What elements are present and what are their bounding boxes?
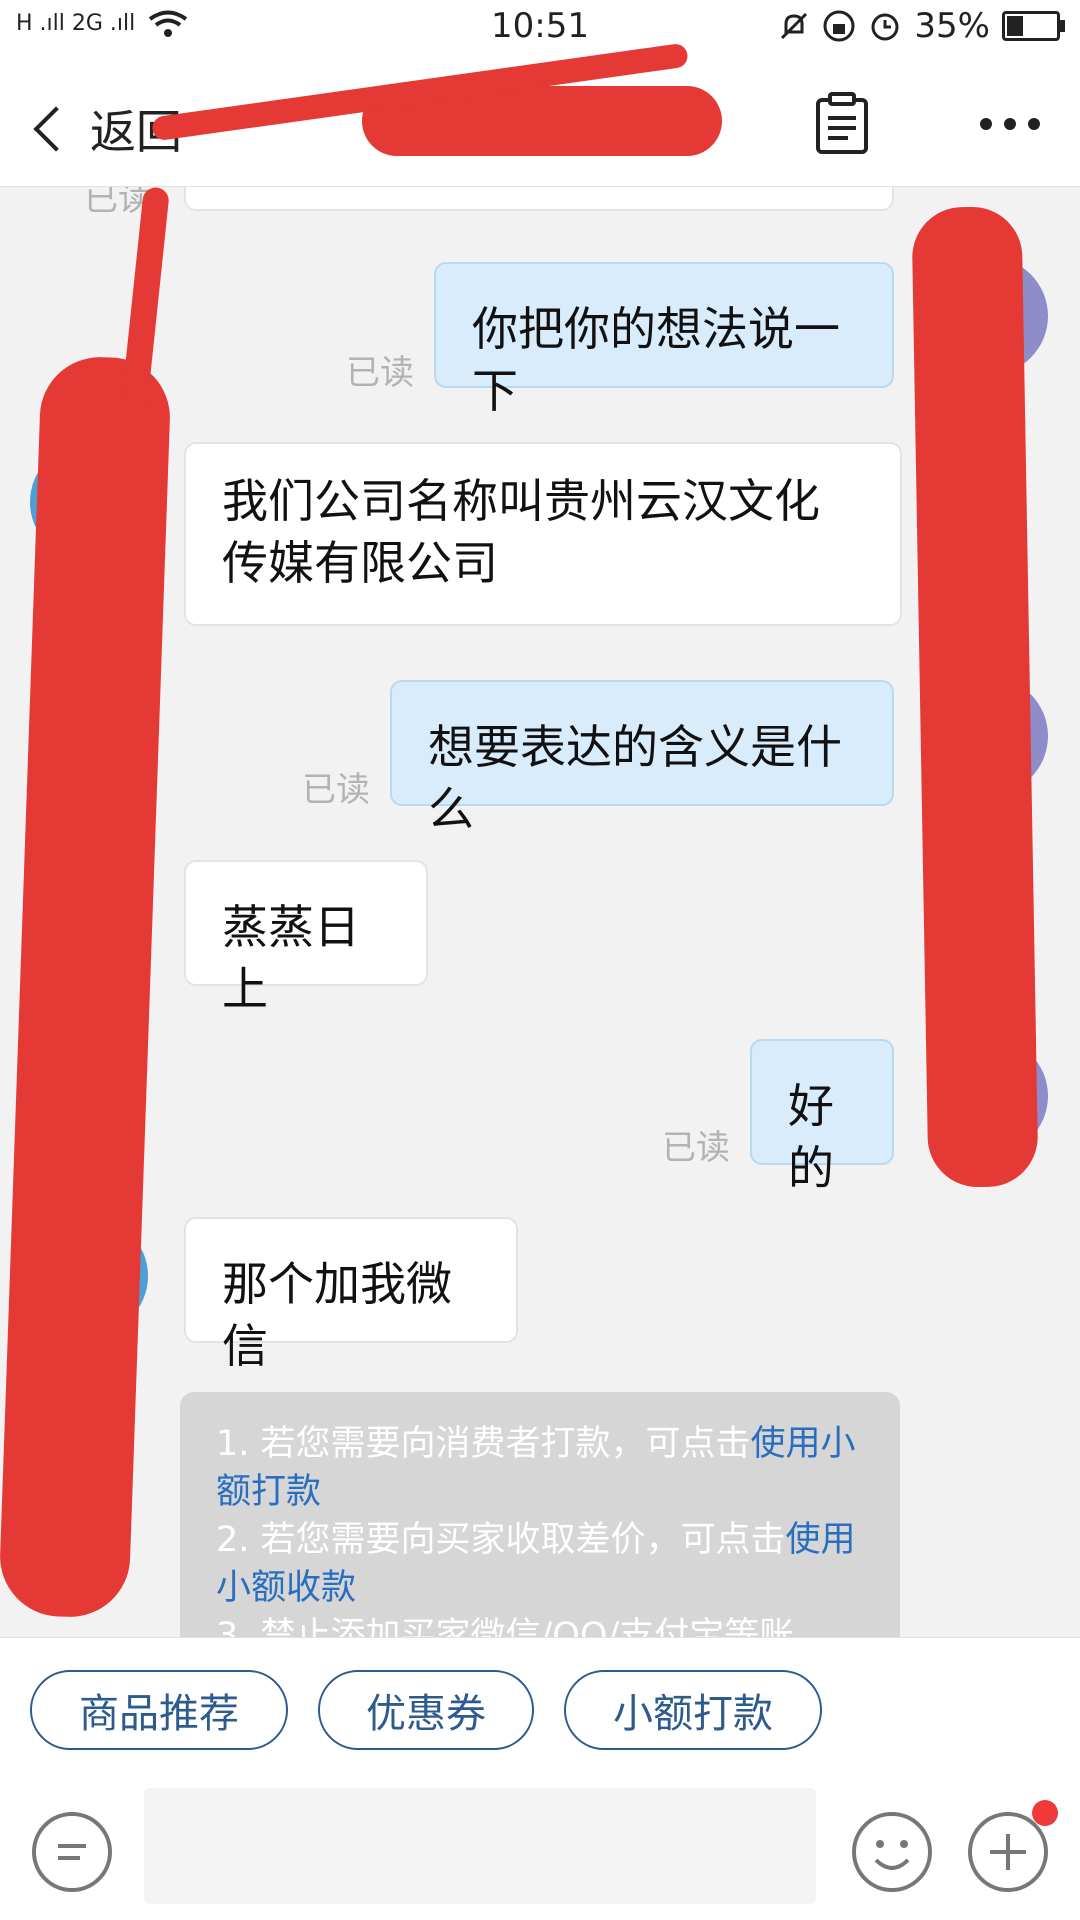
read-receipt: 已读: [346, 353, 414, 393]
message-bubble[interactable]: 那个加我微信: [184, 1217, 518, 1373]
notes-icon[interactable]: [814, 92, 870, 156]
message-bubble[interactable]: 你把你的想法说一下: [434, 262, 894, 418]
read-receipt: 已读: [302, 770, 370, 810]
message-input[interactable]: [144, 1788, 816, 1904]
notification-dot: [1032, 1800, 1058, 1826]
small-payment-button[interactable]: 小额打款: [564, 1670, 822, 1750]
notice-text: 2. 若您需要向买家收取差价，可点击: [216, 1520, 786, 1560]
chat-area[interactable]: 已读 已读 你把你的想法说一下 我们公司名称叫贵州云汉文化传媒有限公司 已读 想…: [0, 187, 1080, 1637]
message-bubble[interactable]: 我们公司名称叫贵州云汉文化传媒有限公司: [184, 442, 902, 626]
notice-text: 1. 若您需要向消费者打款，可点击: [216, 1424, 751, 1464]
read-receipt: 已读: [662, 1128, 730, 1168]
redaction-mark: [0, 355, 172, 1619]
system-notice: 1. 若您需要向消费者打款，可点击使用小额打款 2. 若您需要向买家收取差价，可…: [180, 1392, 900, 1637]
quick-reply-bar: 商品推荐 优惠券 小额打款: [0, 1637, 1080, 1779]
message-bubble[interactable]: 蒸蒸日上: [184, 860, 428, 1016]
message-bubble: [184, 187, 894, 211]
alarm-icon: [871, 13, 899, 41]
voice-icon[interactable]: [30, 1810, 114, 1894]
mute-bell-icon: [781, 12, 808, 40]
redaction-mark: [911, 206, 1039, 1188]
rotation-lock-icon: [823, 10, 855, 42]
emoji-icon[interactable]: [850, 1810, 934, 1894]
status-bar: H .ıll 2G .ıll 10:51 35%: [0, 0, 1080, 56]
more-icon[interactable]: [980, 118, 1040, 130]
notice-line-1: 1. 若您需要向消费者打款，可点击使用小额打款: [216, 1420, 864, 1516]
notice-line-2: 2. 若您需要向买家收取差价，可点击使用小额收款: [216, 1516, 864, 1612]
status-icons: 35%: [778, 6, 1065, 46]
coupon-button[interactable]: 优惠券: [318, 1670, 534, 1750]
back-chevron-icon: [33, 106, 79, 152]
notice-line-3: 3. 禁止添加买家微信/QQ/支付宝等账: [216, 1616, 795, 1637]
product-recommend-button[interactable]: 商品推荐: [30, 1670, 288, 1750]
redaction-mark: [120, 187, 170, 418]
input-bar: [0, 1778, 1080, 1920]
message-bubble[interactable]: 想要表达的含义是什么: [390, 680, 894, 836]
battery-percent: 35%: [914, 6, 990, 46]
battery-icon: [1002, 11, 1065, 41]
message-bubble[interactable]: 好的: [750, 1039, 894, 1195]
